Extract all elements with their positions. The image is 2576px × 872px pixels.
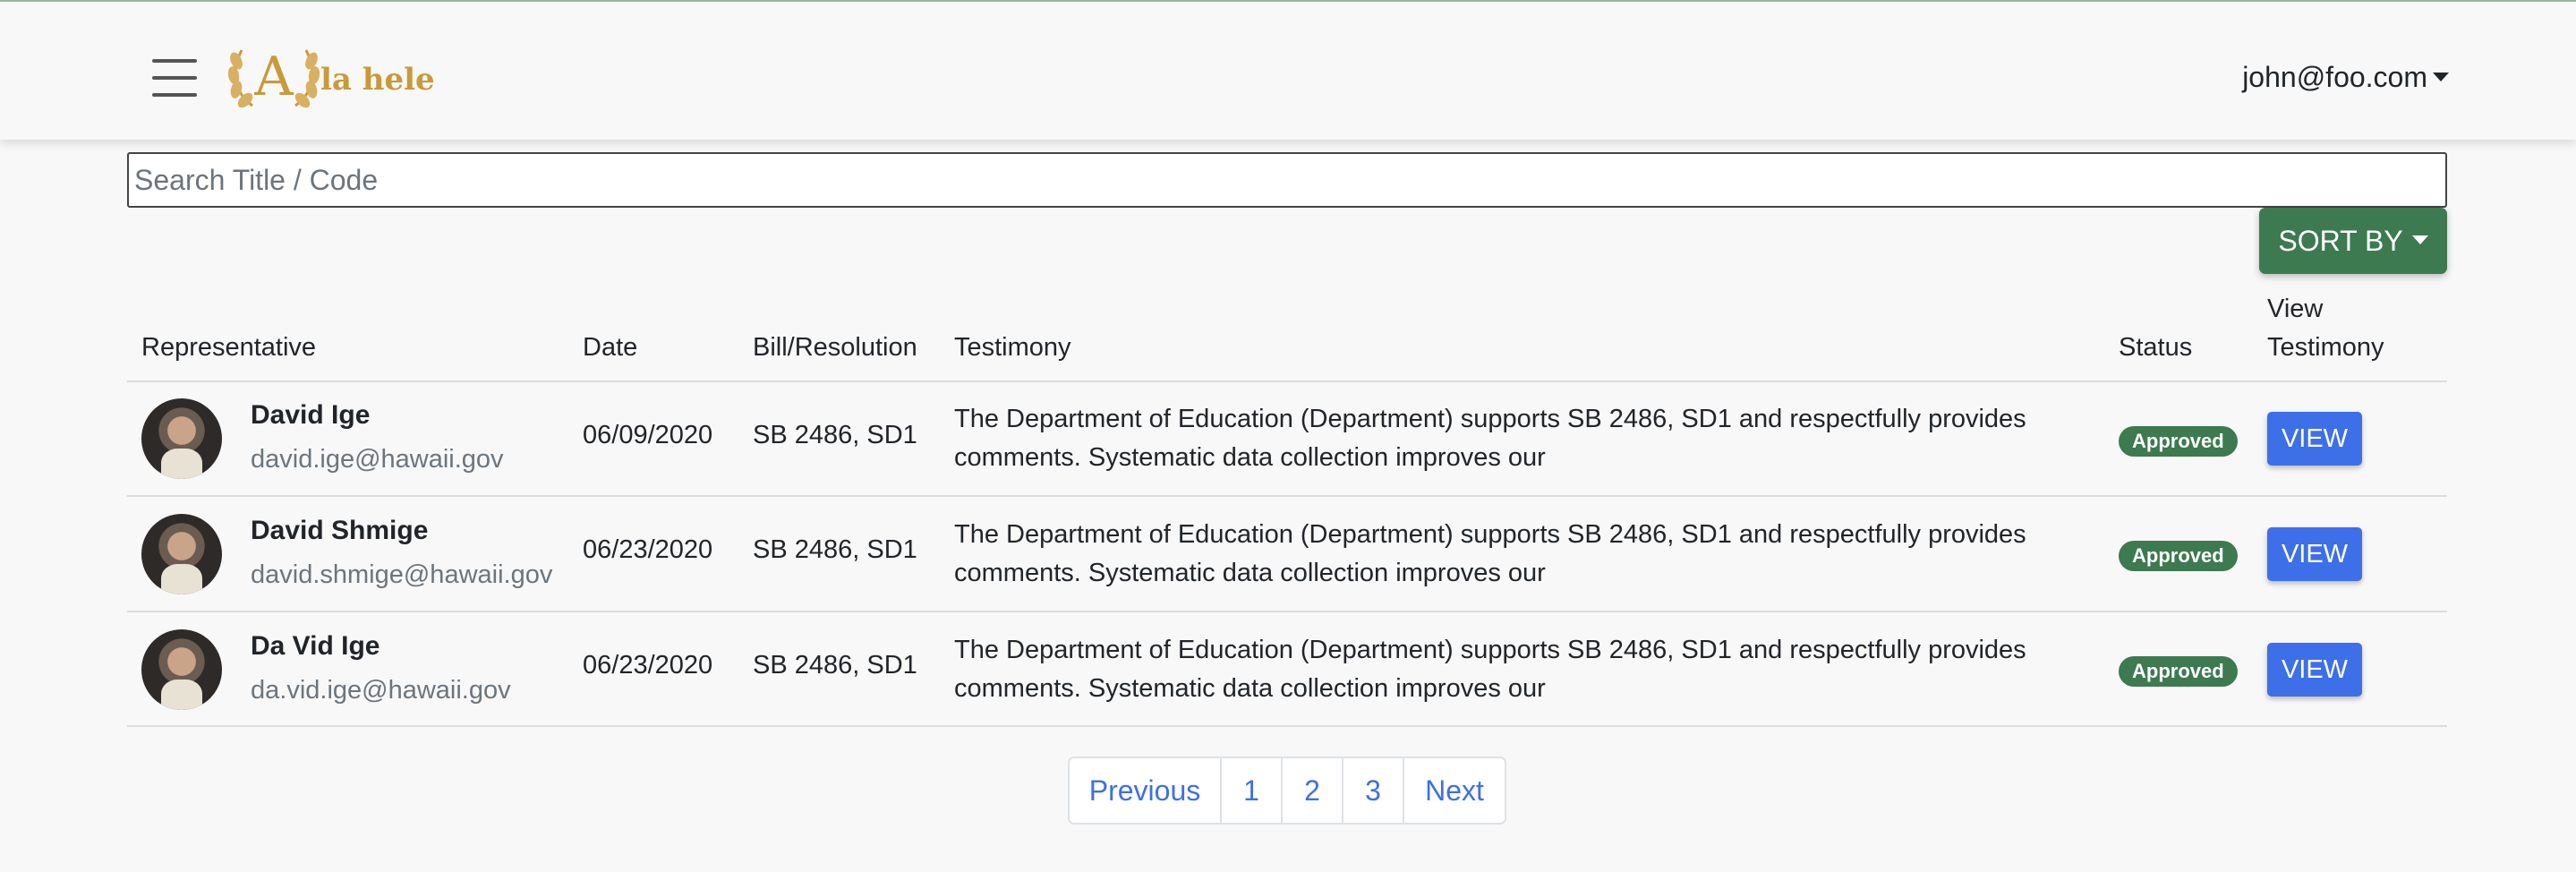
avatar bbox=[141, 514, 222, 594]
testimony-line: comments. Systematic data collection imp… bbox=[954, 443, 1546, 472]
column-header-testimony: Testimony bbox=[954, 333, 1071, 362]
view-testimony-button[interactable]: VIEW bbox=[2267, 412, 2362, 466]
status-badge: Approved bbox=[2119, 656, 2238, 687]
column-header-view-line1: View bbox=[2267, 295, 2324, 323]
testimony-line: The Department of Education (Department)… bbox=[954, 636, 2026, 664]
representative-email: david.ige@hawaii.gov bbox=[251, 445, 504, 474]
caret-down-icon bbox=[2411, 235, 2428, 245]
avatar bbox=[141, 629, 222, 710]
status-badge: Approved bbox=[2119, 426, 2238, 457]
testimony-cell: The Department of Education (Department)… bbox=[954, 516, 2091, 593]
logo-text: la hele bbox=[320, 62, 435, 98]
column-header-date: Date bbox=[583, 333, 638, 362]
representative-name: David Shmige bbox=[251, 516, 429, 545]
bill-cell: SB 2486, SD1 bbox=[753, 651, 917, 680]
testimony-line: The Department of Education (Department)… bbox=[954, 520, 2026, 549]
testimony-cell: The Department of Education (Department)… bbox=[954, 400, 2091, 477]
pagination-next[interactable]: Next bbox=[1403, 757, 1506, 825]
row-divider bbox=[127, 725, 2447, 727]
testimony-cell: The Department of Education (Department)… bbox=[954, 631, 2091, 708]
pagination-previous[interactable]: Previous bbox=[1068, 757, 1222, 825]
row-divider bbox=[127, 611, 2447, 612]
svg-text:A: A bbox=[253, 46, 294, 108]
representative-email: da.vid.ige@hawaii.gov bbox=[251, 676, 511, 705]
user-menu-dropdown[interactable]: john@foo.com bbox=[2242, 61, 2449, 94]
pagination: Previous 1 2 3 Next bbox=[1068, 757, 1506, 825]
laurel-a-icon: A bbox=[227, 46, 320, 108]
caret-down-icon bbox=[2433, 72, 2449, 81]
app-logo[interactable]: A la hele bbox=[226, 39, 435, 113]
testimony-line: The Department of Education (Department)… bbox=[954, 405, 2026, 433]
date-cell: 06/09/2020 bbox=[583, 421, 713, 449]
pagination-page-1[interactable]: 1 bbox=[1220, 757, 1283, 825]
bill-cell: SB 2486, SD1 bbox=[753, 421, 917, 449]
testimony-line: comments. Systematic data collection imp… bbox=[954, 674, 1546, 703]
hamburger-menu-icon[interactable] bbox=[152, 59, 199, 97]
column-header-bill: Bill/Resolution bbox=[753, 333, 917, 362]
testimony-line: comments. Systematic data collection imp… bbox=[954, 559, 1546, 587]
table-header-divider bbox=[127, 380, 2447, 382]
column-header-status: Status bbox=[2119, 333, 2193, 362]
avatar bbox=[141, 398, 222, 479]
representative-name: David Ige bbox=[251, 400, 371, 430]
search-input[interactable] bbox=[127, 152, 2447, 208]
bill-cell: SB 2486, SD1 bbox=[753, 535, 917, 564]
sort-by-button[interactable]: SORT BY bbox=[2259, 208, 2447, 274]
date-cell: 06/23/2020 bbox=[583, 535, 713, 564]
status-badge: Approved bbox=[2119, 541, 2238, 571]
column-header-view-line2: Testimony bbox=[2267, 333, 2384, 362]
sort-by-label: SORT BY bbox=[2278, 224, 2403, 257]
pagination-page-2[interactable]: 2 bbox=[1281, 757, 1343, 825]
view-testimony-button[interactable]: VIEW bbox=[2267, 527, 2362, 581]
date-cell: 06/23/2020 bbox=[583, 651, 713, 680]
column-header-representative: Representative bbox=[141, 333, 317, 362]
row-divider bbox=[127, 495, 2447, 497]
representative-name: Da Vid Ige bbox=[251, 631, 380, 661]
view-testimony-button[interactable]: VIEW bbox=[2267, 643, 2362, 697]
navbar: A la hele john@foo.com bbox=[0, 2, 2576, 140]
representative-email: david.shmige@hawaii.gov bbox=[251, 560, 553, 589]
pagination-page-3[interactable]: 3 bbox=[1342, 757, 1404, 825]
user-email: john@foo.com bbox=[2242, 61, 2427, 93]
